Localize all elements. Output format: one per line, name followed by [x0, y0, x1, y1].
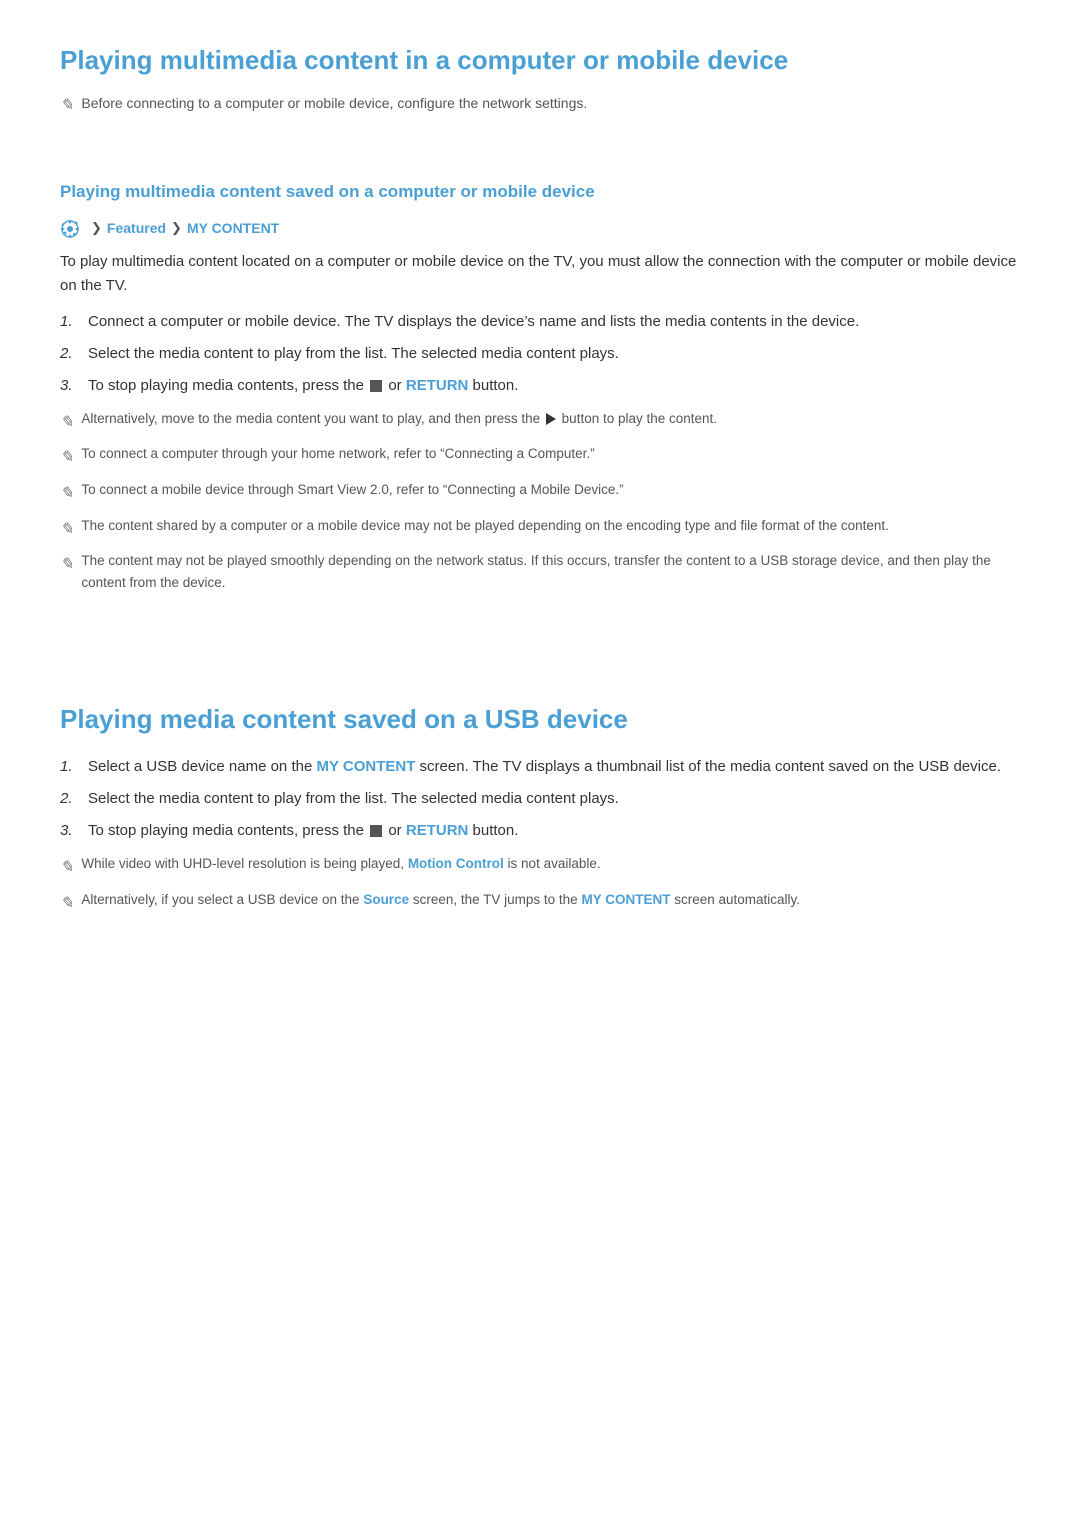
section2-note-2: ✎ Alternatively, if you select a USB dev… [60, 889, 1020, 917]
note-3-text: To connect a mobile device through Smart… [81, 479, 623, 501]
section2-title: Playing media content saved on a USB dev… [60, 699, 1020, 741]
usb-step-3: 3. To stop playing media contents, press… [60, 819, 1020, 843]
note-pencil-icon: ✎ [60, 93, 73, 119]
usb-step-2-text: Select the media content to play from th… [88, 787, 1020, 811]
usb-step-2: 2. Select the media content to play from… [60, 787, 1020, 811]
main-title: Playing multimedia content in a computer… [60, 40, 1020, 82]
section2-steps: 1. Select a USB device name on the MY CO… [60, 755, 1020, 843]
step-2: 2. Select the media content to play from… [60, 342, 1020, 366]
intro-note: ✎ Before connecting to a computer or mob… [60, 92, 1020, 119]
smart-hub-icon [60, 219, 80, 239]
usb-step-1-num: 1. [60, 755, 88, 779]
section2-note-2-text: Alternatively, if you select a USB devic… [81, 889, 800, 911]
step-2-num: 2. [60, 342, 88, 366]
my-content-highlight-2: MY CONTENT [581, 892, 670, 907]
my-content-highlight-1: MY CONTENT [316, 758, 415, 775]
section1-steps: 1. Connect a computer or mobile device. … [60, 310, 1020, 398]
section1-note-5: ✎ The content may not be played smoothly… [60, 550, 1020, 593]
note-5-text: The content may not be played smoothly d… [81, 550, 1020, 593]
note-pencil-icon-5: ✎ [60, 552, 73, 578]
section2-note-1: ✎ While video with UHD-level resolution … [60, 853, 1020, 881]
return-highlight: RETURN [406, 377, 469, 394]
section1-note-3: ✎ To connect a mobile device through Sma… [60, 479, 1020, 507]
step-1-text: Connect a computer or mobile device. The… [88, 310, 1020, 334]
note-pencil-icon-1: ✎ [60, 410, 73, 436]
return-highlight-2: RETURN [406, 822, 469, 839]
note-pencil-icon-7: ✎ [60, 891, 73, 917]
step-1: 1. Connect a computer or mobile device. … [60, 310, 1020, 334]
note-1-text: Alternatively, move to the media content… [81, 408, 717, 430]
section1-note-4: ✎ The content shared by a computer or a … [60, 515, 1020, 543]
step-1-num: 1. [60, 310, 88, 334]
breadcrumb: ❯ Featured ❯ MY CONTENT [60, 217, 1020, 239]
section1-note-1: ✎ Alternatively, move to the media conte… [60, 408, 1020, 436]
stop-square-icon-2 [370, 825, 382, 837]
note-pencil-icon-2: ✎ [60, 445, 73, 471]
step-3-text: To stop playing media contents, press th… [88, 374, 1020, 398]
intro-note-text: Before connecting to a computer or mobil… [81, 92, 587, 114]
breadcrumb-my-content: MY CONTENT [187, 217, 279, 239]
note-pencil-icon-6: ✎ [60, 855, 73, 881]
breadcrumb-arrow1: ❯ [91, 218, 102, 239]
breadcrumb-arrow2: ❯ [171, 218, 182, 239]
section1-body: To play multimedia content located on a … [60, 250, 1020, 298]
source-highlight: Source [363, 892, 409, 907]
step-2-text: Select the media content to play from th… [88, 342, 1020, 366]
note-pencil-icon-3: ✎ [60, 481, 73, 507]
usb-step-2-num: 2. [60, 787, 88, 811]
breadcrumb-featured: Featured [107, 217, 166, 239]
stop-square-icon [370, 380, 382, 392]
step-3-num: 3. [60, 374, 88, 398]
section1-note-2: ✎ To connect a computer through your hom… [60, 443, 1020, 471]
usb-step-3-num: 3. [60, 819, 88, 843]
usb-step-3-text: To stop playing media contents, press th… [88, 819, 1020, 843]
usb-step-1: 1. Select a USB device name on the MY CO… [60, 755, 1020, 779]
motion-control-highlight: Motion Control [408, 856, 504, 871]
note-pencil-icon-4: ✎ [60, 517, 73, 543]
step-3: 3. To stop playing media contents, press… [60, 374, 1020, 398]
note-2-text: To connect a computer through your home … [81, 443, 594, 465]
note-4-text: The content shared by a computer or a mo… [81, 515, 889, 537]
usb-step-1-text: Select a USB device name on the MY CONTE… [88, 755, 1020, 779]
section2-note-1-text: While video with UHD-level resolution is… [81, 853, 600, 875]
play-triangle-icon [546, 413, 556, 425]
section1-title: Playing multimedia content saved on a co… [60, 178, 1020, 205]
